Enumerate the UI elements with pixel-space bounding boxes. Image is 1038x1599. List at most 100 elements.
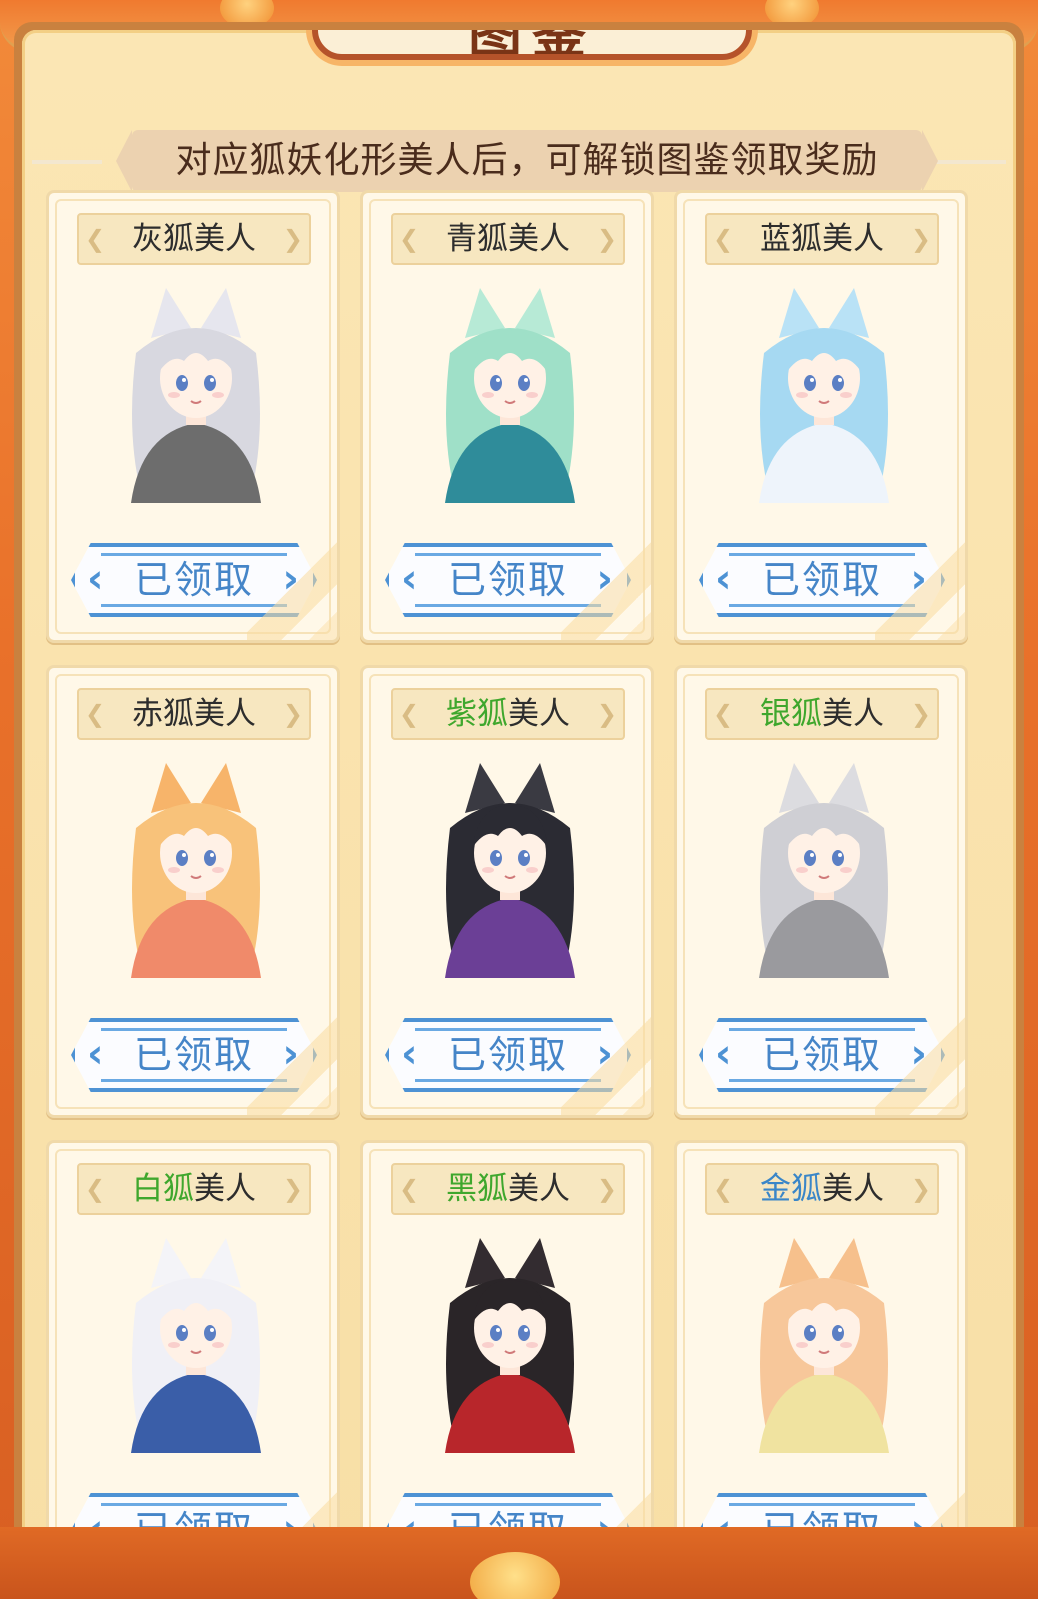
character-card-4[interactable]: ❮ 赤狐美人 ❯ ‹ 已领取 ›	[46, 665, 340, 1118]
button-line-bottom	[729, 604, 915, 607]
character-card-3[interactable]: ❮ 蓝狐美人 ❯ ‹ 已领取 ›	[674, 190, 968, 643]
fox-girl-portrait	[410, 758, 610, 978]
character-name: 美人	[508, 1171, 570, 1207]
character-name-colored: 紫狐	[446, 696, 508, 732]
claimed-button[interactable]: ‹ 已领取 ›	[699, 1018, 945, 1092]
character-card-2[interactable]: ❮ 青狐美人 ❯ ‹ 已领取 ›	[360, 190, 654, 643]
chevron-right-icon: ❯	[282, 225, 303, 253]
chevron-right-icon: ›	[282, 556, 301, 602]
button-line-bottom	[101, 1079, 287, 1082]
character-name-plate: ❮ 赤狐美人 ❯	[77, 688, 311, 740]
page-title: 图鉴	[318, 30, 746, 54]
subtitle-deco-right	[936, 160, 1006, 164]
chevron-left-icon: ‹	[715, 556, 734, 602]
character-name-plate: ❮ 紫狐美人 ❯	[391, 688, 625, 740]
character-card-8[interactable]: ❮ 黑狐美人 ❯	[360, 1140, 654, 1593]
chevron-left-icon: ‹	[87, 1031, 106, 1077]
character-name: 美人	[194, 1171, 256, 1207]
character-name: 赤狐美人	[132, 696, 256, 732]
chevron-right-icon: ›	[282, 1031, 301, 1077]
subtitle-deco-left	[32, 160, 102, 164]
chevron-right-icon: ❯	[910, 225, 931, 253]
character-name-colored: 白狐	[132, 1171, 194, 1207]
fox-girl-portrait	[96, 758, 296, 978]
chevron-left-icon: ‹	[715, 1031, 734, 1077]
chevron-left-icon: ‹	[401, 556, 420, 602]
button-line-bottom	[729, 1079, 915, 1082]
chevron-right-icon: ❯	[910, 1175, 931, 1203]
character-grid: ❮ 灰狐美人 ❯ ‹ 已领取 › ❮ 青狐美人 ❯ ‹ 已领取 › ❮ 蓝狐美人…	[46, 190, 968, 1593]
character-card-5[interactable]: ❮ 紫狐美人 ❯ ‹ 已领取 ›	[360, 665, 654, 1118]
chevron-left-icon: ❮	[399, 700, 420, 728]
button-line-bottom	[415, 604, 601, 607]
chevron-left-icon: ❮	[713, 700, 734, 728]
chevron-right-icon: ›	[910, 1031, 929, 1077]
character-card-7[interactable]: ❮ 白狐美人 ❯	[46, 1140, 340, 1593]
character-name-plate: ❮ 黑狐美人 ❯	[391, 1163, 625, 1215]
character-name: 美人	[822, 1171, 884, 1207]
claimed-button[interactable]: ‹ 已领取 ›	[385, 1018, 631, 1092]
claimed-button[interactable]: ‹ 已领取 ›	[699, 543, 945, 617]
character-card-6[interactable]: ❮ 银狐美人 ❯ ‹ 已领取 ›	[674, 665, 968, 1118]
button-line-top	[729, 1028, 915, 1031]
fox-girl-portrait	[410, 283, 610, 503]
character-card-1[interactable]: ❮ 灰狐美人 ❯ ‹ 已领取 ›	[46, 190, 340, 643]
button-line-bottom	[101, 604, 287, 607]
button-line-top	[101, 553, 287, 556]
claimed-button[interactable]: ‹ 已领取 ›	[71, 1018, 317, 1092]
claimed-button-label: 已领取	[447, 1033, 568, 1077]
character-name: 青狐美人	[446, 221, 570, 257]
chevron-right-icon: ›	[596, 1031, 615, 1077]
subtitle-text: 对应狐妖化形美人后，可解锁图鉴领取奖励	[132, 130, 922, 192]
claimed-button-label: 已领取	[761, 558, 882, 602]
subtitle-ribbon: 对应狐妖化形美人后，可解锁图鉴领取奖励	[116, 130, 938, 192]
chevron-right-icon: ❯	[596, 225, 617, 253]
claimed-button[interactable]: ‹ 已领取 ›	[385, 543, 631, 617]
fox-girl-portrait	[96, 1233, 296, 1453]
character-name: 蓝狐美人	[760, 221, 884, 257]
chevron-right-icon: ❯	[596, 1175, 617, 1203]
chevron-right-icon: ❯	[910, 700, 931, 728]
character-name-plate: ❮ 蓝狐美人 ❯	[705, 213, 939, 265]
chevron-left-icon: ❮	[85, 225, 106, 253]
chevron-left-icon: ❮	[713, 1175, 734, 1203]
button-line-top	[101, 1028, 287, 1031]
fox-girl-portrait	[724, 758, 924, 978]
character-card-9[interactable]: ❮ 金狐美人 ❯	[674, 1140, 968, 1593]
button-line-bottom	[415, 1079, 601, 1082]
claimed-button-label: 已领取	[761, 1033, 882, 1077]
chevron-right-icon: ❯	[596, 700, 617, 728]
character-name-colored: 银狐	[760, 696, 822, 732]
chevron-right-icon: ❯	[282, 700, 303, 728]
chevron-left-icon: ❮	[399, 1175, 420, 1203]
title-plaque: 图鉴	[312, 30, 752, 60]
character-name: 灰狐美人	[132, 221, 256, 257]
fox-girl-portrait	[96, 283, 296, 503]
chevron-left-icon: ‹	[87, 556, 106, 602]
claimed-button-label: 已领取	[133, 1033, 254, 1077]
character-name-colored: 黑狐	[446, 1171, 508, 1207]
claimed-button-label: 已领取	[447, 558, 568, 602]
character-name: 美人	[508, 696, 570, 732]
claimed-button[interactable]: ‹ 已领取 ›	[71, 543, 317, 617]
chevron-right-icon: ›	[596, 556, 615, 602]
chevron-left-icon: ❮	[399, 225, 420, 253]
chevron-left-icon: ‹	[401, 1031, 420, 1077]
chevron-right-icon: ❯	[282, 1175, 303, 1203]
button-line-top	[101, 1503, 287, 1506]
chevron-right-icon: ›	[910, 556, 929, 602]
character-name: 美人	[822, 696, 884, 732]
claimed-button-label: 已领取	[133, 558, 254, 602]
fox-girl-portrait	[724, 283, 924, 503]
button-line-top	[415, 1028, 601, 1031]
fox-girl-portrait	[410, 1233, 610, 1453]
character-name-plate: ❮ 金狐美人 ❯	[705, 1163, 939, 1215]
button-line-top	[415, 1503, 601, 1506]
chevron-left-icon: ❮	[85, 1175, 106, 1203]
character-name-plate: ❮ 灰狐美人 ❯	[77, 213, 311, 265]
character-name-plate: ❮ 青狐美人 ❯	[391, 213, 625, 265]
character-name-plate: ❮ 白狐美人 ❯	[77, 1163, 311, 1215]
button-line-top	[729, 553, 915, 556]
character-name-colored: 金狐	[760, 1171, 822, 1207]
button-line-top	[415, 553, 601, 556]
